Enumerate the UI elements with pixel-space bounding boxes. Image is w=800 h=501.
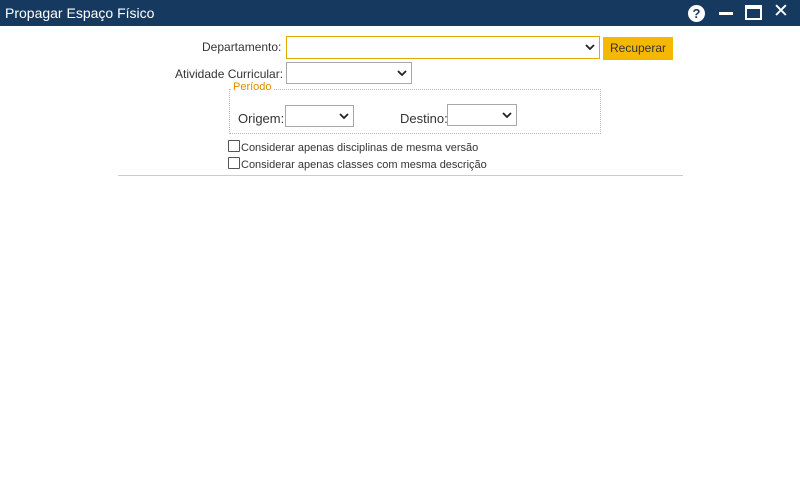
chevron-down-icon [502, 110, 512, 120]
chevron-down-icon [397, 68, 407, 78]
mesma-versao-label[interactable]: Considerar apenas disciplinas de mesma v… [241, 142, 478, 154]
close-icon: ✕ [773, 1, 789, 22]
maximize-button[interactable] [743, 3, 765, 23]
chevron-down-icon [585, 42, 595, 52]
destino-select[interactable] [447, 104, 517, 126]
close-button[interactable]: ✕ [770, 1, 792, 23]
departamento-select[interactable] [286, 36, 600, 59]
help-button[interactable]: ? [686, 3, 708, 23]
form-divider [118, 175, 683, 176]
minimize-button[interactable] [715, 3, 737, 23]
chevron-down-icon [339, 111, 349, 121]
window-title: Propagar Espaço Físico [5, 5, 155, 21]
maximize-icon [745, 5, 762, 20]
mesma-descricao-label[interactable]: Considerar apenas classes com mesma desc… [241, 159, 487, 171]
window-titlebar: Propagar Espaço Físico ? ✕ [0, 0, 800, 26]
atividade-curricular-select[interactable] [286, 62, 412, 84]
origem-label: Origem: [238, 111, 285, 126]
mesma-descricao-checkbox[interactable] [228, 157, 240, 169]
atividade-curricular-label: Atividade Curricular: [175, 67, 284, 81]
recuperar-button[interactable]: Recuperar [603, 37, 673, 60]
mesma-versao-checkbox[interactable] [228, 140, 240, 152]
help-icon: ? [688, 5, 705, 22]
destino-label: Destino: [400, 111, 448, 126]
minimize-icon [719, 12, 733, 15]
departamento-label: Departamento: [202, 40, 282, 54]
periodo-legend: Período [231, 81, 274, 93]
origem-select[interactable] [285, 105, 354, 127]
